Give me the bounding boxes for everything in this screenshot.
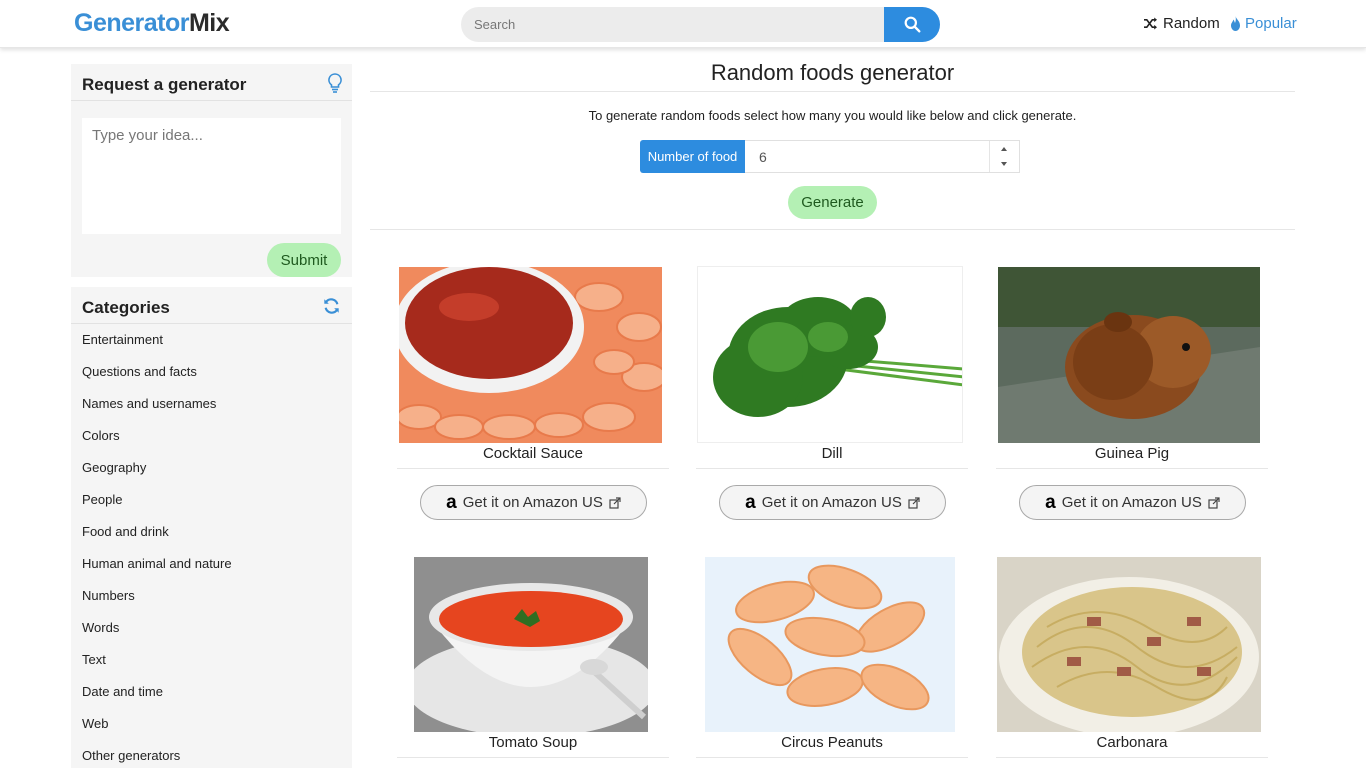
category-item[interactable]: Names and usernames	[82, 396, 232, 428]
nav-random-link[interactable]: Random	[1143, 15, 1220, 32]
amazon-button-label: Get it on Amazon US	[462, 494, 603, 511]
amazon-icon: a	[745, 491, 756, 513]
fire-icon	[1231, 16, 1240, 31]
amazon-button[interactable]: a Get it on Amazon US	[719, 485, 946, 520]
food-image-circus-peanuts	[705, 557, 955, 732]
shuffle-icon	[1144, 17, 1157, 30]
food-name: Dill	[821, 445, 843, 462]
divider	[996, 757, 1268, 758]
site-header: GeneratorMix Random Popular	[0, 0, 1366, 48]
food-image-carbonara	[997, 557, 1261, 732]
category-item[interactable]: Questions and facts	[82, 364, 232, 396]
search-icon	[904, 16, 920, 33]
number-of-food-value: 6	[759, 149, 767, 165]
amazon-icon: a	[1045, 491, 1056, 513]
number-stepper[interactable]	[989, 141, 1019, 172]
number-of-food-label: Number of food	[640, 140, 745, 173]
number-of-food-input[interactable]: 6	[745, 140, 1020, 173]
category-item[interactable]: People	[82, 492, 232, 524]
external-link-icon	[1208, 496, 1220, 509]
divider	[696, 757, 968, 758]
idea-textarea[interactable]	[82, 118, 341, 234]
food-image-cocktail-sauce	[399, 267, 662, 443]
stepper-down-icon[interactable]	[1001, 162, 1007, 166]
category-item[interactable]: Other generators	[82, 748, 232, 768]
food-name: Tomato Soup	[488, 734, 578, 751]
food-name: Circus Peanuts	[781, 734, 883, 751]
divider	[370, 229, 1295, 230]
divider	[397, 757, 669, 758]
amazon-button[interactable]: a Get it on Amazon US	[1019, 485, 1246, 520]
instructions-text: To generate random foods select how many…	[588, 108, 1077, 123]
request-header: Request a generator	[71, 64, 352, 101]
search-input[interactable]	[461, 7, 885, 42]
category-item[interactable]: Web	[82, 716, 232, 748]
category-item[interactable]: Words	[82, 620, 232, 652]
food-name: Cocktail Sauce	[482, 445, 584, 462]
categories-header: Categories	[71, 287, 352, 324]
categories-title: Categories	[82, 298, 170, 317]
search-bar	[461, 7, 940, 42]
food-image-guinea-pig	[998, 267, 1260, 443]
category-item[interactable]: Date and time	[82, 684, 232, 716]
amazon-icon: a	[446, 491, 457, 513]
external-link-icon	[908, 496, 920, 509]
category-item[interactable]: Text	[82, 652, 232, 684]
categories-card: Categories Entertainment Questions and f…	[71, 287, 352, 768]
nav-random-label: Random	[1163, 15, 1220, 32]
category-item[interactable]: Human animal and nature	[82, 556, 232, 588]
divider	[397, 468, 669, 469]
divider	[696, 468, 968, 469]
generate-button[interactable]: Generate	[788, 186, 877, 219]
food-image-dill	[697, 266, 963, 443]
page-title: Random foods generator	[710, 60, 955, 85]
amazon-button[interactable]: a Get it on Amazon US	[420, 485, 647, 520]
category-item[interactable]: Entertainment	[82, 332, 232, 364]
food-name: Guinea Pig	[1094, 445, 1170, 462]
request-generator-card: Request a generator Submit	[71, 64, 352, 277]
submit-button[interactable]: Submit	[267, 243, 341, 277]
amazon-button-label: Get it on Amazon US	[1061, 494, 1202, 511]
nav-popular-link[interactable]: Popular	[1230, 15, 1297, 32]
request-title: Request a generator	[82, 75, 247, 94]
external-link-icon	[609, 496, 621, 509]
refresh-icon[interactable]	[322, 297, 341, 315]
lightbulb-icon	[328, 73, 342, 93]
divider	[370, 91, 1295, 92]
category-item[interactable]: Geography	[82, 460, 232, 492]
divider	[996, 468, 1268, 469]
stepper-up-icon[interactable]	[1001, 147, 1007, 151]
category-item[interactable]: Colors	[82, 428, 232, 460]
category-item[interactable]: Food and drink	[82, 524, 232, 556]
amazon-button-label: Get it on Amazon US	[761, 494, 902, 511]
food-image-tomato-soup	[414, 557, 648, 732]
category-item[interactable]: Numbers	[82, 588, 232, 620]
food-name: Carbonara	[1096, 734, 1168, 751]
search-button[interactable]	[884, 7, 940, 42]
site-logo[interactable]: GeneratorMix	[74, 9, 230, 38]
category-list: Entertainment Questions and facts Names …	[82, 332, 232, 768]
nav-popular-label: Popular	[1245, 15, 1297, 32]
number-of-food-group: Number of food 6	[640, 140, 1020, 173]
